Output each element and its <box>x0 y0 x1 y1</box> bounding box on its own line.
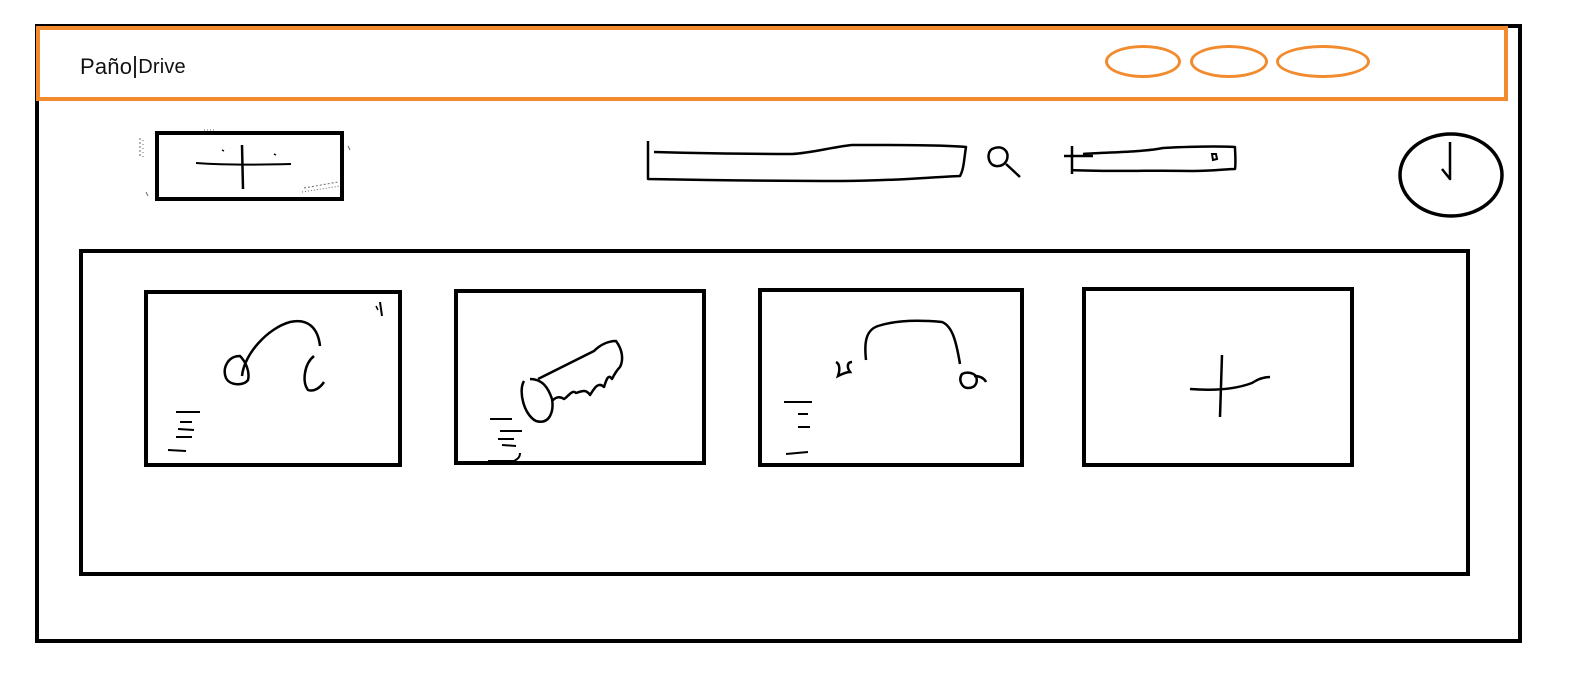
plus-icon <box>1189 354 1271 418</box>
text-lines-icon <box>784 401 812 455</box>
nav-item-1[interactable] <box>1105 45 1181 78</box>
history-button[interactable] <box>1396 130 1506 220</box>
search-icon <box>987 146 1021 178</box>
plus-icon <box>1064 146 1093 174</box>
app-logo[interactable]: Paño Drive <box>80 54 186 80</box>
filter-input[interactable] <box>1063 142 1243 178</box>
nav-item-3[interactable] <box>1276 45 1370 78</box>
search-input-sketch <box>646 141 968 183</box>
text-lines-icon <box>167 411 200 452</box>
brand-separator <box>134 56 137 78</box>
search-button[interactable] <box>982 143 1026 179</box>
item-card[interactable] <box>144 290 402 467</box>
top-bar: Paño Drive <box>36 26 1508 101</box>
add-item-card[interactable] <box>1082 287 1354 467</box>
text-lines-icon <box>488 418 522 462</box>
item-card[interactable] <box>758 288 1024 467</box>
item-card[interactable] <box>454 289 706 465</box>
clock-icon <box>1398 132 1504 218</box>
plus-icon <box>195 144 292 190</box>
brand-name-first: Paño <box>80 54 133 79</box>
search-input[interactable] <box>642 139 968 185</box>
add-button[interactable] <box>134 126 356 204</box>
nav-item-2[interactable] <box>1190 45 1268 78</box>
brand-name-second: Drive <box>138 55 186 78</box>
